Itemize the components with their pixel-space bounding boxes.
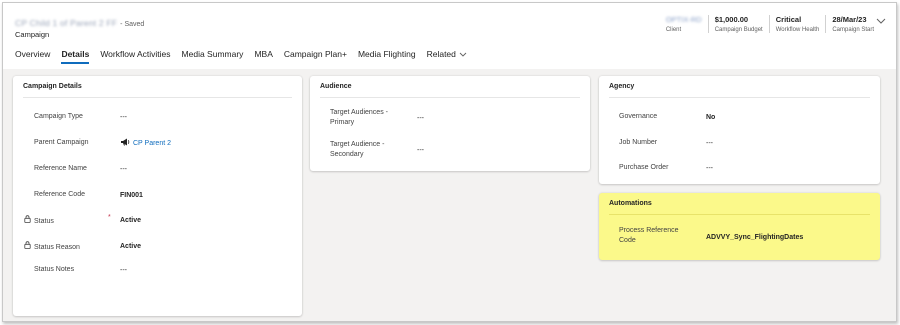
audience-card: Audience Target Audiences - Primary --- …: [310, 76, 590, 171]
lock-icon: [24, 241, 31, 253]
process-reference-code-label: Process Reference Code: [619, 226, 679, 246]
target-audience-secondary-label: Target Audience - Secondary: [330, 140, 384, 160]
header-field-campaign-start[interactable]: 28/Mar/23 Campaign Start: [825, 15, 880, 33]
status-field[interactable]: Active: [120, 216, 141, 226]
record-header: CP Child 1 of Parent 2 FF - Saved Campai…: [3, 3, 896, 69]
reference-code-field[interactable]: FIN001: [120, 191, 143, 201]
tab-mba[interactable]: MBA: [254, 49, 272, 59]
tab-workflow-activities[interactable]: Workflow Activities: [100, 49, 170, 59]
header-fields: OPTIX-RD Client $1,000.00 Campaign Budge…: [660, 15, 880, 33]
lock-icon: [24, 215, 31, 227]
status-notes-field[interactable]: ---: [120, 266, 127, 276]
header-field-workflow-health[interactable]: Critical Workflow Health: [768, 15, 826, 33]
header-field-label: Workflow Health: [775, 27, 820, 33]
label-line: Primary: [330, 119, 355, 126]
header-field-value: Critical: [775, 15, 802, 24]
status-label-text: Status: [34, 218, 54, 225]
label-line: Code: [619, 237, 636, 244]
parent-campaign-lookup[interactable]: CP Parent 2: [120, 138, 171, 149]
status-reason-label: Status Reason: [24, 241, 80, 253]
label-line: Target Audiences -: [330, 109, 388, 116]
tab-related[interactable]: Related: [427, 49, 467, 59]
chevron-down-icon[interactable]: [876, 17, 886, 27]
header-field-label: Campaign Budget: [714, 27, 763, 33]
record-title-row: CP Child 1 of Parent 2 FF - Saved: [15, 18, 144, 28]
automations-card: Automations Process Reference Code ADVVY…: [599, 193, 880, 260]
status-reason-field[interactable]: Active: [120, 242, 141, 252]
header-field-value: OPTIX-RD: [665, 15, 702, 24]
campaign-type-field[interactable]: ---: [120, 113, 127, 123]
tab-bar: Overview Details Workflow Activities Med…: [15, 49, 478, 64]
tab-details[interactable]: Details: [61, 49, 89, 64]
status-notes-label: Status Notes: [34, 266, 75, 273]
chevron-down-icon: [459, 52, 467, 59]
governance-field[interactable]: No: [706, 113, 715, 123]
required-indicator: *: [108, 214, 111, 221]
parent-campaign-value[interactable]: CP Parent 2: [133, 140, 171, 147]
target-audience-secondary-field[interactable]: ---: [417, 146, 424, 156]
reference-code-label: Reference Code: [34, 191, 85, 198]
reference-name-field[interactable]: ---: [120, 165, 127, 175]
reference-name-label: Reference Name: [34, 165, 87, 172]
header-field-value: 28/Mar/23: [832, 15, 867, 24]
header-field-campaign-budget[interactable]: $1,000.00 Campaign Budget: [707, 15, 769, 33]
label-line: Secondary: [330, 151, 364, 158]
header-field-label: Client: [665, 27, 682, 33]
megaphone-icon: [120, 138, 133, 147]
entity-type: Campaign: [15, 30, 50, 39]
section-title: Audience: [320, 83, 352, 90]
purchase-order-field[interactable]: ---: [706, 164, 713, 174]
campaign-type-label: Campaign Type: [34, 113, 83, 120]
tab-media-flighting[interactable]: Media Flighting: [358, 49, 416, 59]
job-number-field[interactable]: ---: [706, 139, 713, 149]
section-title: Agency: [609, 83, 635, 90]
label-line: Target Audience -: [330, 141, 385, 148]
header-field-value: $1,000.00: [714, 15, 749, 24]
governance-label: Governance: [619, 113, 658, 120]
purchase-order-label: Purchase Order: [619, 164, 669, 171]
app-window: CP Child 1 of Parent 2 FF - Saved Campai…: [2, 2, 897, 322]
section-divider: [609, 214, 870, 215]
section-title: Campaign Details: [23, 83, 82, 90]
status-reason-label-text: Status Reason: [34, 244, 80, 251]
header-field-client[interactable]: OPTIX-RD Client: [660, 15, 708, 33]
job-number-label: Job Number: [619, 139, 658, 146]
target-audience-primary-field[interactable]: ---: [417, 114, 424, 124]
label-line: Process Reference: [619, 227, 679, 234]
parent-campaign-label: Parent Campaign: [34, 139, 89, 146]
tab-media-summary[interactable]: Media Summary: [182, 49, 244, 59]
status-label: Status: [24, 215, 54, 227]
record-title: CP Child 1 of Parent 2 FF: [15, 18, 118, 28]
tab-related-label: Related: [426, 49, 456, 59]
section-divider: [609, 97, 870, 98]
tab-campaign-plan[interactable]: Campaign Plan+: [284, 49, 347, 59]
campaign-details-card: Campaign Details Campaign Type --- Paren…: [13, 76, 302, 316]
process-reference-code-field[interactable]: ADVVY_Sync_FlightingDates: [706, 233, 803, 243]
section-divider: [23, 97, 292, 98]
target-audience-primary-label: Target Audiences - Primary: [330, 108, 388, 128]
section-divider: [320, 97, 580, 98]
section-title: Automations: [609, 200, 652, 207]
tab-overview[interactable]: Overview: [15, 49, 50, 59]
header-field-label: Campaign Start: [832, 27, 874, 33]
agency-card: Agency Governance No Job Number --- Purc…: [599, 76, 880, 184]
saved-status: - Saved: [120, 21, 145, 28]
